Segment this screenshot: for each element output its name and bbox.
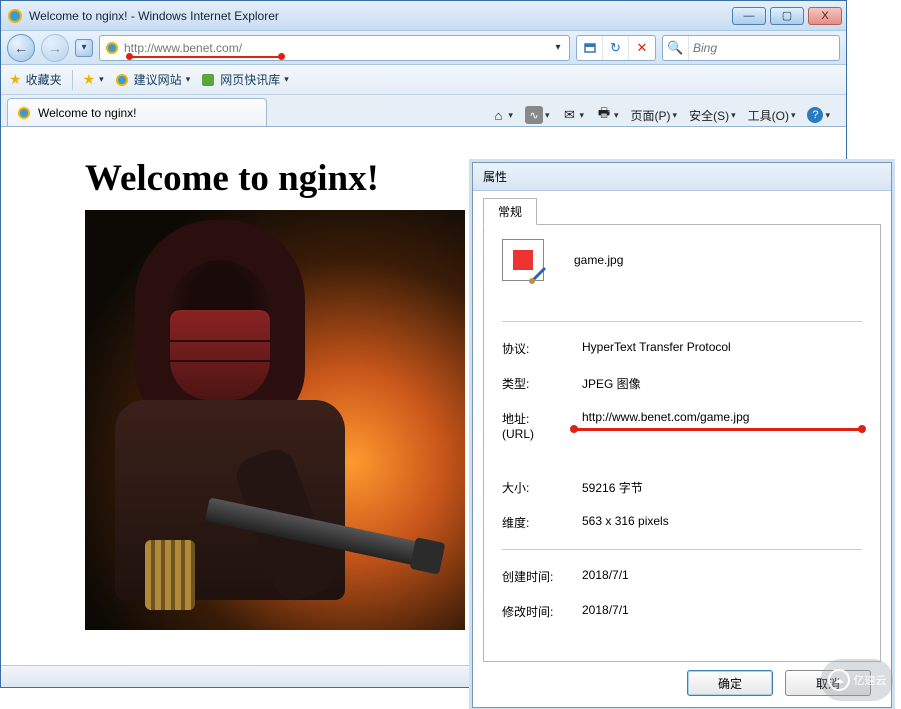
dropdown-icon: ▾ [99,74,104,85]
divider [502,321,862,322]
dimensions-value: 563 x 316 pixels [582,514,862,531]
maximize-button[interactable]: ▢ [770,7,804,25]
ie-small-icon [114,72,130,88]
star-add-icon: ★ [83,71,96,88]
dialog-titlebar[interactable]: 属性 [473,163,891,191]
titlebar[interactable]: Welcome to nginx! - Windows Internet Exp… [1,1,846,31]
star-icon: ★ [9,71,22,88]
size-label: 大小: [502,479,582,496]
url-dropdown[interactable]: ▾ [551,42,565,53]
annotation-dot [278,53,285,60]
recent-dropdown[interactable]: ▾ [75,39,93,57]
add-favorite-button[interactable]: ★ ▾ [83,71,104,88]
url-text: http://www.benet.com/ [124,41,551,55]
cloud-icon: ☁ [828,669,850,691]
tab-title: Welcome to nginx! [38,106,137,120]
minimize-button[interactable]: — [732,7,766,25]
suggested-sites[interactable]: 建议网站 ▾ [114,71,191,88]
safety-menu[interactable]: 安全(S)▾ [685,105,740,126]
tab-bar: Welcome to nginx! ⌂▾ ∿▾ ✉▾ 🖶▾ 页面(P)▾ 安全(… [1,95,846,127]
compat-icon[interactable] [577,36,603,60]
created-value: 2018/7/1 [582,568,862,585]
modified-value: 2018/7/1 [582,603,862,620]
annotation-underline [130,56,283,58]
annotation-underline [574,428,862,431]
divider [502,549,862,550]
dropdown-icon: ▾ [284,74,289,85]
print-icon: 🖶 [596,107,612,123]
web-slice[interactable]: 网页快讯库 ▾ [200,71,289,88]
dialog-panel: game.jpg 协议:HyperText Transfer Protocol … [483,224,881,662]
home-button[interactable]: ⌂▾ [486,105,517,125]
rss-icon: ∿ [525,106,543,124]
modified-label: 修改时间: [502,603,582,620]
dropdown-icon: ▾ [186,74,191,85]
slice-icon [200,72,216,88]
window-title: Welcome to nginx! - Windows Internet Exp… [29,9,732,23]
url-value[interactable]: http://www.benet.com/game.jpg [582,410,862,441]
tools-menu[interactable]: 工具(O)▾ [744,105,800,126]
mail-button[interactable]: ✉▾ [557,105,588,125]
stop-button[interactable]: ✕ [629,36,655,60]
close-button[interactable]: X [808,7,842,25]
mail-icon: ✉ [561,107,577,123]
ie-icon [7,8,23,24]
dialog-title: 属性 [483,168,507,185]
suggested-label: 建议网站 [134,71,182,88]
type-value: JPEG 图像 [582,375,862,392]
protocol-label: 协议: [502,340,582,357]
created-label: 创建时间: [502,568,582,585]
search-icon: 🔍 [663,36,689,60]
properties-dialog: 属性 常规 game.jpg 协议:HyperText Transfer Pro… [472,162,892,708]
separator [72,70,73,90]
size-value: 59216 字节 [582,479,862,496]
character [115,220,345,620]
favorites-label: 收藏夹 [26,71,62,88]
navbar: ← → ▾ http://www.benet.com/ ▾ ↻ ✕ 🔍 [1,31,846,65]
protocol-value: HyperText Transfer Protocol [582,340,862,357]
slice-label: 网页快讯库 [220,71,280,88]
help-button[interactable]: ?▾ [803,105,834,125]
tab-general[interactable]: 常规 [483,198,537,225]
favorites-bar: ★ 收藏夹 ★ ▾ 建议网站 ▾ 网页快讯库 ▾ [1,65,846,95]
forward-button[interactable]: → [41,34,69,62]
feed-button[interactable]: ∿▾ [521,104,554,126]
back-button[interactable]: ← [7,34,35,62]
type-label: 类型: [502,375,582,392]
site-icon [104,40,120,56]
filename: game.jpg [574,253,623,267]
game-image[interactable] [85,210,465,630]
refresh-button[interactable]: ↻ [603,36,629,60]
home-icon: ⌂ [490,107,506,123]
favorites-button[interactable]: ★ 收藏夹 [9,71,62,88]
filetype-icon [502,239,544,281]
nav-controls: ↻ ✕ [576,35,656,61]
dimensions-label: 维度: [502,514,582,531]
search-input[interactable] [689,41,819,55]
search-box[interactable]: 🔍 [662,35,840,61]
annotation-dot [126,53,133,60]
watermark: ☁ 亿速云 [821,659,893,701]
brush-icon [529,266,547,284]
browser-tab[interactable]: Welcome to nginx! [7,98,267,126]
ok-button[interactable]: 确定 [687,670,773,696]
help-icon: ? [807,107,823,123]
command-bar: ⌂▾ ∿▾ ✉▾ 🖶▾ 页面(P)▾ 安全(S)▾ 工具(O)▾ ?▾ [317,104,840,126]
address-bar[interactable]: http://www.benet.com/ ▾ [99,35,570,61]
page-menu[interactable]: 页面(P)▾ [627,105,682,126]
print-button[interactable]: 🖶▾ [592,105,623,125]
tab-favicon [16,105,32,121]
